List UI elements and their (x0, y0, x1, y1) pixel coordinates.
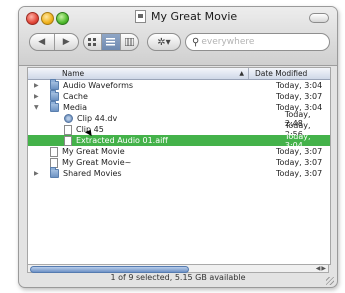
list-item[interactable]: ▶ Shared Movies Today, 3:07 (28, 167, 330, 179)
document-icon (50, 146, 58, 157)
window-title-text: My Great Movie (151, 10, 238, 23)
horizontal-scrollbar[interactable]: ◀▶ (27, 264, 329, 273)
list-item-label: My Great Movie (62, 147, 125, 156)
view-mode-control (83, 33, 139, 51)
document-icon (64, 135, 72, 146)
list-item-date: Today, 3:07 (276, 92, 323, 101)
date-modified-column-header[interactable]: Date Modified (249, 69, 307, 78)
list-item[interactable]: ▶ Cache Today, 3:07 (28, 90, 330, 102)
back-arrow-icon: ◀ (38, 37, 46, 47)
file-rows: ▶ Audio Waveforms Today, 3:04 ▶ Cache Today, … (28, 79, 330, 179)
window-title: My Great Movie (135, 10, 237, 23)
list-item[interactable]: My Great Movie~ Today, 3:07 (28, 157, 330, 168)
icon-view-icon (88, 38, 97, 46)
title-bar: My Great Movie ◀ ▶ ✲▾ ⚲ (19, 7, 337, 66)
sort-ascending-icon: ▲ (239, 70, 244, 77)
list-item-name-cell: ▶ Audio Waveforms (28, 79, 274, 90)
document-icon (50, 157, 58, 168)
minimize-button[interactable] (41, 12, 54, 25)
disclosure-collapsed-icon[interactable]: ▶ (34, 93, 39, 100)
list-item-name-cell: Clip 45 (28, 124, 283, 135)
list-item-name-cell: Clip 44.dv (28, 114, 283, 123)
scroll-arrows-icon[interactable]: ◀▶ (316, 265, 327, 272)
list-item-date: Today, 3:07 (276, 158, 323, 167)
folder-icon (50, 101, 59, 112)
disclosure-collapsed-icon[interactable]: ▶ (34, 82, 39, 89)
list-item-label: Audio Waveforms (63, 81, 134, 90)
gear-icon: ✲▾ (157, 36, 171, 48)
search-input[interactable] (199, 37, 312, 47)
action-menu-button[interactable]: ✲▾ (147, 33, 181, 51)
list-item-label: Cache (63, 92, 88, 101)
search-icon[interactable]: ⚲ (192, 37, 199, 48)
list-item-date: Today, 3:07 (276, 147, 323, 156)
finder-window: My Great Movie ◀ ▶ ✲▾ ⚲ everywhere Name … (18, 6, 338, 288)
toolbar-toggle-button[interactable] (309, 13, 329, 23)
document-proxy-icon[interactable] (135, 10, 146, 23)
scrollbar-thumb[interactable] (30, 266, 189, 273)
list-item-name-cell: ▼ Media (28, 101, 274, 112)
disclosure-expanded-icon[interactable]: ▼ (34, 104, 39, 111)
list-item-name-cell: Extracted Audio 01.aiff (28, 135, 283, 146)
disclosure-collapsed-icon[interactable]: ▶ (34, 170, 39, 177)
folder-icon (50, 79, 59, 90)
list-item-label: Shared Movies (63, 169, 122, 178)
list-item-name-cell: My Great Movie~ (28, 157, 274, 168)
list-item[interactable]: ▶ Audio Waveforms Today, 3:04 (28, 79, 330, 91)
status-bar: 1 of 9 selected, 5.15 GB available (110, 273, 246, 282)
forward-arrow-icon: ▶ (62, 37, 70, 47)
movie-file-icon (64, 114, 73, 123)
name-column-header[interactable]: Name ▲ (28, 68, 249, 79)
list-view-icon (106, 38, 116, 46)
column-view-icon (124, 38, 134, 46)
back-button[interactable]: ◀ (30, 34, 55, 50)
close-button[interactable] (26, 12, 39, 25)
list-item[interactable]: Extracted Audio 01.aiff Today, 3:04 (28, 132, 330, 150)
document-icon (64, 124, 72, 135)
list-item-date: Today, 3:07 (276, 169, 323, 178)
back-forward-control: ◀ ▶ (29, 33, 79, 51)
list-item-label: Clip 44.dv (77, 114, 118, 123)
column-view-button[interactable] (121, 34, 138, 50)
list-view-button[interactable] (102, 34, 121, 50)
folder-icon (50, 167, 59, 178)
file-list[interactable]: Name ▲ Date Modified ▶ Audio Waveforms Tod… (27, 67, 331, 265)
zoom-button[interactable] (56, 12, 69, 25)
list-item[interactable]: My Great Movie Today, 3:07 (28, 146, 330, 157)
list-item-name-cell: ▶ Cache (28, 90, 274, 101)
list-item-label: My Great Movie~ (62, 158, 132, 167)
resize-grip-icon[interactable] (326, 277, 334, 285)
list-item-name-cell: ▶ Shared Movies (28, 167, 274, 178)
list-item-label: Media (63, 103, 88, 112)
search-field[interactable]: ⚲ (185, 33, 330, 51)
list-item-name-cell: My Great Movie (28, 146, 274, 157)
icon-view-button[interactable] (84, 34, 103, 50)
list-header: Name ▲ Date Modified (28, 68, 330, 80)
forward-button[interactable]: ▶ (55, 34, 79, 50)
list-item-label: Extracted Audio 01.aiff (76, 136, 168, 145)
folder-icon (50, 90, 59, 101)
list-item-date: Today, 3:04 (276, 81, 323, 90)
name-column-label: Name (62, 69, 85, 78)
